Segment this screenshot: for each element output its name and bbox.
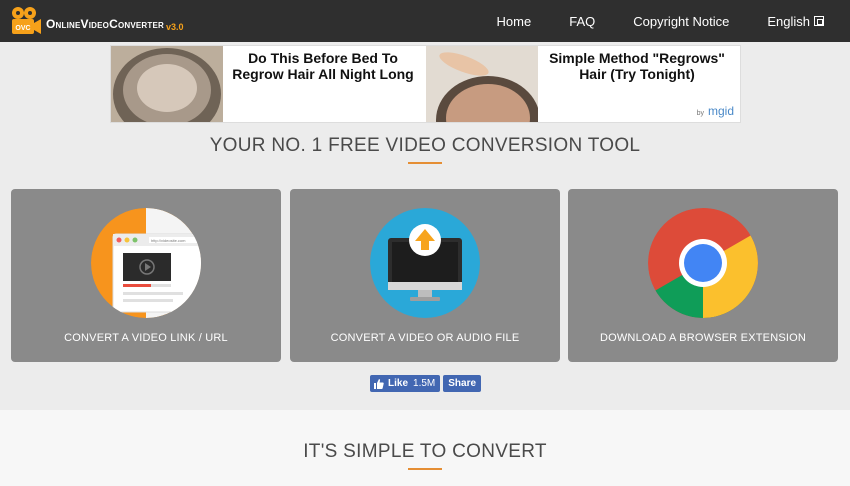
site-logo[interactable]: OVC OnlineVideoConverter v3.0 [10,6,184,36]
ad-headline-1[interactable]: Do This Before Bed To Regrow Hair All Ni… [225,50,421,82]
camera-logo-icon: OVC [10,6,42,36]
convert-link-label: CONVERT A VIDEO LINK / URL [64,332,228,344]
section-title: IT'S SIMPLE TO CONVERT [303,441,547,462]
nav-faq-link[interactable]: FAQ [550,14,614,29]
convert-file-card[interactable]: CONVERT A VIDEO OR AUDIO FILE [290,189,560,362]
browser-extension-label: DOWNLOAD A BROWSER EXTENSION [599,332,807,344]
page-title: YOUR NO. 1 FREE VIDEO CONVERSION TOOL [209,135,641,156]
convert-link-card[interactable]: http://videosite.com CONVERT A VIDEO LIN… [11,189,281,362]
nav-copyright-link[interactable]: Copyright Notice [614,14,748,29]
thumbs-up-icon [374,378,384,389]
ad-headline-2[interactable]: Simple Method "Regrows" Hair (Try Tonigh… [539,50,735,82]
language-selector[interactable]: English [748,14,850,29]
title-underline [408,162,442,164]
svg-text:OVC: OVC [15,25,30,32]
like-count: 1.5M [413,378,436,389]
ad-image-hair-2[interactable] [426,46,538,122]
facebook-share-button[interactable]: Share [443,375,482,392]
logo-version: v3.0 [166,22,184,32]
ad-image-hair-1[interactable] [111,46,223,122]
language-label: English [767,13,810,29]
section-title-underline [408,468,442,470]
facebook-like-button[interactable]: Like 1.5M [370,375,441,392]
ad-attribution[interactable]: by mgid [697,104,734,118]
nav-links: Home FAQ Copyright Notice English [478,0,850,42]
top-navbar: OVC OnlineVideoConverter v3.0 Home FAQ C… [0,0,850,42]
svg-text:http://videosite.com: http://videosite.com [151,238,186,243]
browser-extension-card[interactable]: DOWNLOAD A BROWSER EXTENSION [568,189,838,362]
nav-home-link[interactable]: Home [478,14,551,29]
upload-monitor-icon [370,208,480,318]
logo-text: OnlineVideoConverter [46,17,165,31]
video-link-icon: http://videosite.com [91,208,201,318]
chrome-icon [648,208,758,318]
like-label: Like [388,378,409,389]
ad-banner[interactable]: Do This Before Bed To Regrow Hair All Ni… [110,45,741,123]
convert-file-label: CONVERT A VIDEO OR AUDIO FILE [330,332,520,344]
social-buttons: Like 1.5M Share [370,375,482,392]
language-icon [814,16,824,26]
